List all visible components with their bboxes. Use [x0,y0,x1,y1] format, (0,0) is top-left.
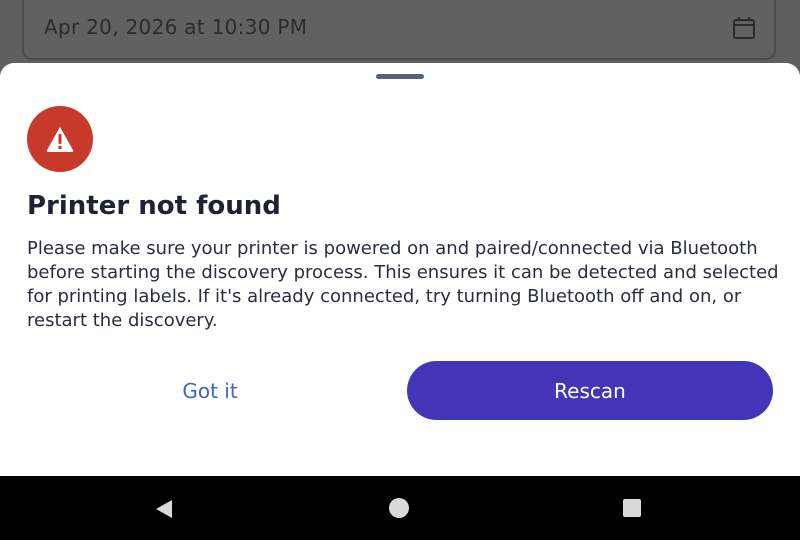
dialog-title: Printer not found [27,191,281,221]
date-time-value: Apr 20, 2026 at 10:30 PM [44,15,308,39]
got-it-button[interactable]: Got it [27,361,393,420]
bottom-sheet: Printer not found Please make sure your … [0,63,800,476]
back-triangle-icon[interactable] [154,498,174,520]
recents-square-icon[interactable] [623,499,641,517]
date-time-field[interactable]: Apr 20, 2026 at 10:30 PM [22,0,776,60]
system-navigation-bar [0,476,800,540]
warning-icon [46,127,74,152]
rescan-button[interactable]: Rescan [407,361,773,420]
dialog-message: Please make sure your printer is powered… [27,238,779,331]
sheet-drag-handle[interactable] [376,74,424,79]
calendar-icon[interactable] [732,16,756,40]
home-circle-icon[interactable] [389,498,409,518]
warning-badge [27,106,93,172]
